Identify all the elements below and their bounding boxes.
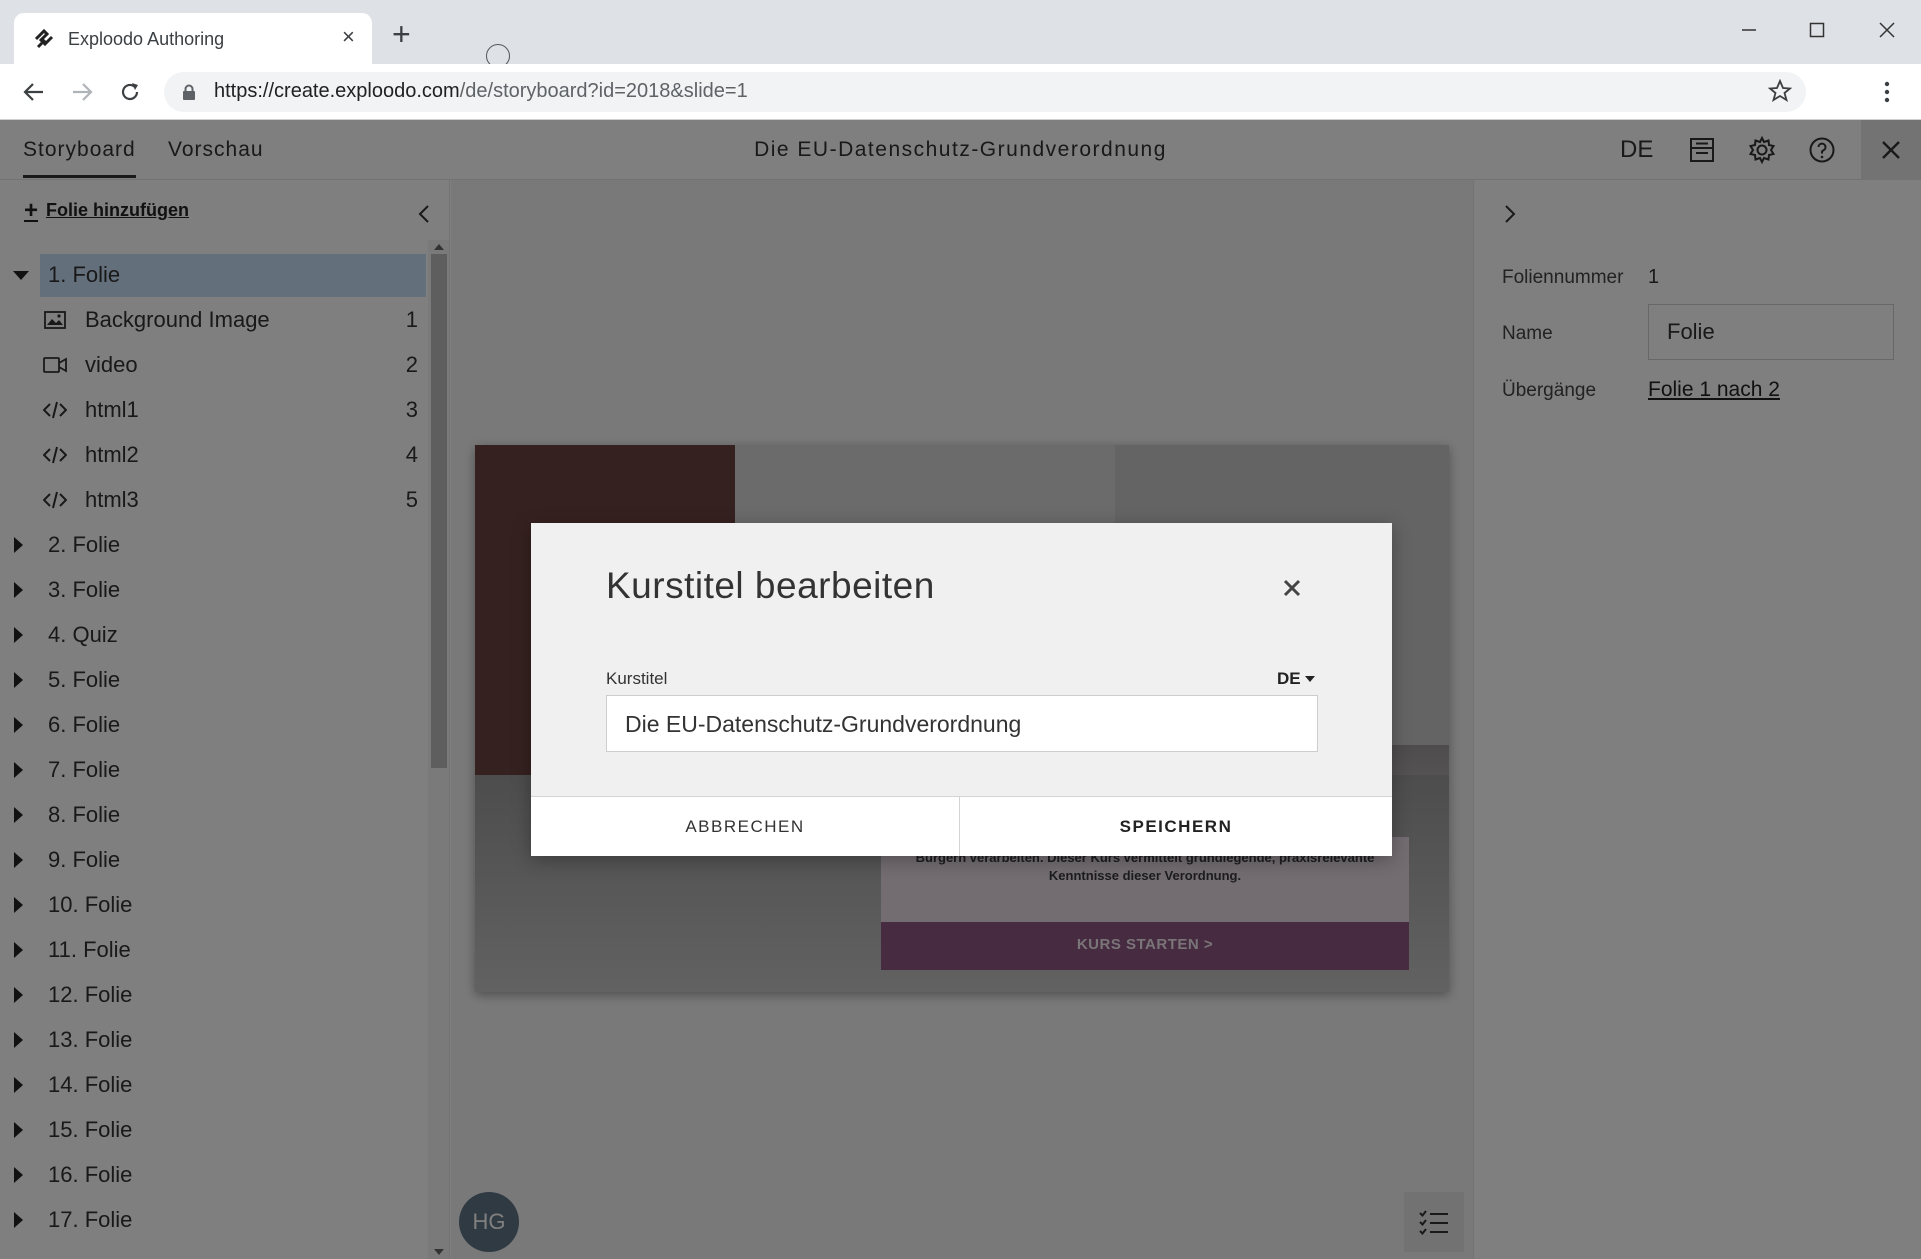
- exploodo-logo-icon: [32, 27, 56, 51]
- edit-course-title-dialog: Kurstitel bearbeiten Kurstitel DE Die EU…: [531, 523, 1392, 856]
- url-path: /de/storyboard?id=2018&slide=1: [459, 80, 748, 102]
- minimize-window-button[interactable]: [1724, 10, 1774, 50]
- browser-tab-strip: Exploodo Authoring × +: [0, 0, 1921, 68]
- maximize-window-button[interactable]: [1792, 10, 1842, 50]
- forward-button[interactable]: [62, 72, 102, 112]
- url-text: https://create.exploodo.com/de/storyboar…: [214, 80, 748, 103]
- browser-tab[interactable]: Exploodo Authoring ×: [14, 13, 372, 64]
- dialog-title: Kurstitel bearbeiten: [606, 565, 935, 606]
- lock-icon: [182, 84, 196, 105]
- field-language-value: DE: [1277, 669, 1301, 688]
- close-window-button[interactable]: [1862, 10, 1912, 50]
- close-icon[interactable]: [1279, 575, 1305, 601]
- close-tab-icon[interactable]: ×: [342, 24, 355, 50]
- course-title-label: Kurstitel: [606, 669, 668, 688]
- browser-toolbar: https://create.exploodo.com/de/storyboar…: [0, 64, 1921, 120]
- bookmark-star-icon[interactable]: [1767, 78, 1793, 108]
- field-language-select[interactable]: DE: [1277, 669, 1315, 689]
- browser-menu-icon[interactable]: [1872, 72, 1902, 112]
- course-title-input[interactable]: Die EU-Datenschutz-Grundverordnung: [606, 695, 1318, 752]
- browser-tab-title: Exploodo Authoring: [68, 29, 225, 49]
- cancel-button[interactable]: ABBRECHEN: [531, 796, 960, 856]
- new-tab-button[interactable]: +: [392, 18, 411, 50]
- url-host: https://create.exploodo.com: [214, 80, 460, 102]
- caret-down-icon: [1304, 676, 1315, 682]
- address-bar[interactable]: https://create.exploodo.com/de/storyboar…: [164, 72, 1806, 112]
- save-button[interactable]: SPEICHERN: [960, 796, 1392, 856]
- back-button[interactable]: [14, 72, 54, 112]
- reload-button[interactable]: [110, 72, 150, 112]
